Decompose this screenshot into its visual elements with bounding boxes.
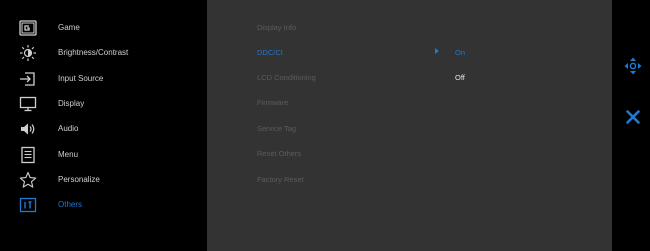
menu-item-audio[interactable]: Audio bbox=[0, 117, 207, 141]
menu-icon bbox=[19, 146, 37, 164]
menu-item-label: Input Source bbox=[58, 74, 104, 83]
input-source-icon bbox=[19, 70, 37, 88]
game-icon bbox=[19, 19, 37, 37]
menu-item-display[interactable]: Display bbox=[0, 92, 207, 116]
submenu-item-lcd-conditioning[interactable]: LCD Conditioning bbox=[257, 68, 316, 88]
submenu-item-ddc-ci[interactable]: DDC/CI bbox=[257, 43, 283, 63]
close-icon[interactable] bbox=[626, 110, 640, 124]
menu-item-label: Menu bbox=[58, 150, 79, 159]
audio-icon bbox=[19, 120, 37, 138]
option-on[interactable]: On bbox=[455, 43, 465, 63]
star-icon bbox=[19, 171, 37, 189]
menu-item-others[interactable]: Others bbox=[0, 193, 207, 217]
display-icon bbox=[19, 95, 37, 113]
menu-item-personalize[interactable]: Personalize bbox=[0, 168, 207, 192]
others-icon bbox=[19, 196, 37, 214]
menu-item-label: Personalize bbox=[58, 175, 100, 184]
submenu-item-factory-reset[interactable]: Factory Reset bbox=[257, 170, 304, 190]
menu-item-label: Others bbox=[58, 200, 83, 209]
submenu-panel: Display Info DDC/CI LCD Conditioning Fir… bbox=[207, 0, 612, 251]
menu-item-label: Audio bbox=[58, 124, 79, 133]
submenu-item-firmware[interactable]: Firmware bbox=[257, 93, 288, 113]
menu-item-menu[interactable]: Menu bbox=[0, 143, 207, 167]
main-menu: Game Brightness/Contrast Input Source Di… bbox=[0, 0, 207, 251]
menu-item-label: Brightness/Contrast bbox=[58, 48, 129, 57]
selection-arrow-icon bbox=[435, 48, 439, 54]
menu-item-label: Display bbox=[58, 99, 85, 108]
menu-item-brightness-contrast[interactable]: Brightness/Contrast bbox=[0, 41, 207, 65]
submenu-item-reset-others[interactable]: Reset Others bbox=[257, 144, 301, 164]
option-off[interactable]: Off bbox=[455, 68, 465, 88]
menu-item-game[interactable]: Game bbox=[0, 16, 207, 40]
navigate-icon[interactable] bbox=[624, 57, 642, 75]
submenu-item-service-tag[interactable]: Service Tag bbox=[257, 119, 296, 139]
menu-item-input-source[interactable]: Input Source bbox=[0, 67, 207, 91]
menu-item-label: Game bbox=[58, 23, 80, 32]
brightness-icon bbox=[19, 44, 37, 62]
control-strip bbox=[612, 0, 650, 251]
submenu-item-display-info[interactable]: Display Info bbox=[257, 18, 296, 38]
osd-window: Game Brightness/Contrast Input Source Di… bbox=[0, 0, 650, 251]
